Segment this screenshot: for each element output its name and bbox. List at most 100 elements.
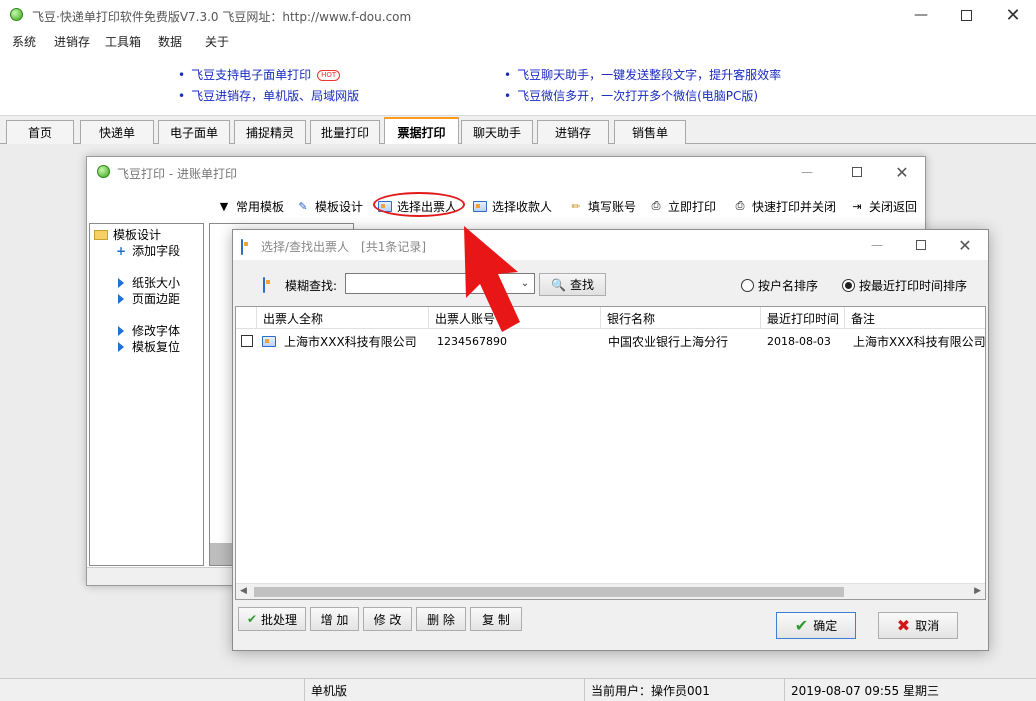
common-template-button[interactable]: ▼ 常用模板 <box>217 197 284 215</box>
cancel-button[interactable]: ✖ 取消 <box>878 612 958 639</box>
ad-link-4[interactable]: • 飞豆微信多开，一次打开多个微信(电脑PC版) <box>504 87 758 104</box>
ad-link-3[interactable]: • 飞豆聊天助手，一键发送整段文字，提升客服效率 <box>504 66 781 83</box>
ok-button[interactable]: ✔ 确定 <box>776 612 856 639</box>
tree-item-page-margin[interactable]: 页面边距 <box>118 290 180 307</box>
col-note[interactable]: 备注 <box>844 307 987 329</box>
tab-capture[interactable]: 捕捉精灵 <box>234 120 306 144</box>
edit-button[interactable]: 修 改 <box>363 607 412 631</box>
fast-print-icon: ⎙ <box>735 199 745 212</box>
template-design-icon: ✎ <box>298 199 308 213</box>
ad-banner: • 飞豆支持电子面单打印 HOT • 飞豆进销存，单机版、局域网版 • 飞豆聊天助手，一… <box>0 50 1036 116</box>
tree-item-paper-size[interactable]: 纸张大小 <box>118 274 180 291</box>
dialog-title: 选择/查找出票人 [共1条记录] <box>261 240 427 254</box>
pencil-icon: ✏ <box>571 199 581 213</box>
delete-button[interactable]: 删 除 <box>416 607 466 631</box>
col-bank-name[interactable]: 银行名称 <box>600 307 760 329</box>
close-icon[interactable]: ✕ <box>945 232 985 258</box>
tab-e-waybill[interactable]: 电子面单 <box>158 120 230 144</box>
find-button[interactable]: 🔍 查找 <box>539 273 606 296</box>
check-icon: ✔ <box>794 616 809 635</box>
batch-process-button[interactable]: ✔ 批处理 <box>238 607 306 631</box>
row-checkbox[interactable] <box>241 332 253 350</box>
cell-payer-name[interactable]: 上海市XXX科技有限公司 <box>284 332 428 350</box>
row-card-icon <box>262 332 276 350</box>
maximize-icon[interactable] <box>837 159 877 185</box>
tab-chat-assistant[interactable]: 聊天助手 <box>461 120 533 144</box>
folder-icon <box>94 229 108 240</box>
exit-icon: ⇥ <box>852 199 862 213</box>
fill-account-button[interactable]: ✏ 填写账号 <box>569 197 636 215</box>
menu-bar: 系统 进销存 工具箱 数据 关于 <box>0 30 1036 50</box>
tree-item-add-field[interactable]: + 添加字段 <box>116 242 180 259</box>
minimize-icon[interactable]: — <box>857 232 897 258</box>
check-icon: ✔ <box>246 612 258 626</box>
print-now-button[interactable]: ⎙ 立即打印 <box>649 197 716 215</box>
add-button[interactable]: 增 加 <box>310 607 359 631</box>
tree-arrow-icon <box>118 293 124 304</box>
close-icon[interactable]: ✕ <box>882 159 922 185</box>
ad-link-2[interactable]: • 飞豆进销存，单机版、局域网版 <box>178 87 359 104</box>
scroll-left-icon[interactable]: ◀ <box>240 586 247 596</box>
main-tab-bar: 首页 快递单 电子面单 捕捉精灵 批量打印 票据打印 聊天助手 进销存 销售单 <box>0 116 1036 145</box>
close-icon[interactable]: ✕ <box>990 0 1036 30</box>
sort-by-print-time-radio[interactable]: 按最近打印时间排序 <box>842 277 967 294</box>
status-bar: 单机版 当前用户：操作员001 2019-08-07 09:55 星期三 <box>0 678 1036 701</box>
main-title-bar: 飞豆·快递单打印软件免费版V7.3.0 飞豆网址：http://www.f-do… <box>0 0 1036 30</box>
red-arrow-annotation <box>464 226 520 332</box>
menu-system[interactable]: 系统 <box>12 33 36 50</box>
tree-item-font[interactable]: 修改字体 <box>118 322 180 339</box>
app-icon <box>97 165 110 178</box>
table-header: 出票人全称 出票人账号 银行名称 最近打印时间 备注 <box>236 307 985 329</box>
close-return-button[interactable]: ⇥ 关闭返回 <box>850 197 917 215</box>
minimize-icon[interactable]: — <box>787 159 827 185</box>
window-title: 飞豆打印 - 进账单打印 <box>117 167 237 181</box>
sort-by-name-radio[interactable]: 按户名排序 <box>741 277 818 294</box>
dialog-title-bar: 选择/查找出票人 [共1条记录] — ✕ <box>233 230 988 260</box>
cell-last-print[interactable]: 2018-08-03 <box>767 332 843 350</box>
status-mode: 单机版 <box>304 679 584 701</box>
tree-item-reset[interactable]: 模板复位 <box>118 338 180 355</box>
menu-inventory[interactable]: 进销存 <box>54 33 90 50</box>
menu-about[interactable]: 关于 <box>205 33 229 50</box>
fast-print-close-button[interactable]: ⎙ 快速打印并关闭 <box>733 197 836 215</box>
select-payer-dialog: 选择/查找出票人 [共1条记录] — ✕ 模糊查找: ⌄ 🔍 查找 按户名排序 按最… <box>232 229 989 651</box>
select-payee-button[interactable]: 选择收款人 <box>473 197 552 215</box>
minimize-icon[interactable]: — <box>898 0 944 30</box>
horizontal-scrollbar[interactable]: ◀ ▶ <box>236 583 985 599</box>
tree-arrow-icon <box>118 277 124 288</box>
tab-sales-order[interactable]: 销售单 <box>614 120 686 144</box>
payer-table: 出票人全称 出票人账号 银行名称 最近打印时间 备注 上海市XXX科技有限公司 … <box>235 306 986 600</box>
main-window-title: 飞豆·快递单打印软件免费版V7.3.0 飞豆网址：http://www.f-do… <box>32 10 412 24</box>
cell-note[interactable]: 上海市XXX科技有限公司 <box>853 332 985 350</box>
ad-link-1[interactable]: • 飞豆支持电子面单打印 HOT <box>178 66 341 83</box>
hot-badge: HOT <box>317 70 341 81</box>
cancel-x-icon: ✖ <box>896 616 911 635</box>
tree-arrow-icon <box>118 341 124 352</box>
tab-receipt-print[interactable]: 票据打印 <box>384 117 459 145</box>
status-blank <box>0 679 304 701</box>
app-icon <box>10 8 23 21</box>
cell-bank-name[interactable]: 中国农业银行上海分行 <box>608 332 758 350</box>
template-design-button[interactable]: ✎ 模板设计 <box>296 197 363 215</box>
search-row: 模糊查找: ⌄ 🔍 查找 按户名排序 按最近打印时间排序 <box>233 270 988 298</box>
copy-button[interactable]: 复 制 <box>470 607 522 631</box>
tab-home[interactable]: 首页 <box>6 120 74 144</box>
tree-arrow-icon <box>118 325 124 336</box>
col-last-print-time[interactable]: 最近打印时间 <box>760 307 844 329</box>
tab-inventory[interactable]: 进销存 <box>537 120 609 144</box>
tab-express[interactable]: 快递单 <box>80 120 154 144</box>
col-payer-name[interactable]: 出票人全称 <box>256 307 428 329</box>
template-tree-panel: 模板设计 + 添加字段 纸张大小 页面边距 修改字体 模板复位 <box>89 223 204 566</box>
tab-batch-print[interactable]: 批量打印 <box>310 120 380 144</box>
maximize-icon[interactable] <box>943 0 989 30</box>
menu-data[interactable]: 数据 <box>158 33 182 50</box>
payee-card-icon <box>473 199 487 213</box>
tree-root-template-design[interactable]: 模板设计 <box>94 226 161 243</box>
maximize-icon[interactable] <box>901 232 941 258</box>
scroll-right-icon[interactable]: ▶ <box>974 586 981 596</box>
fuzzy-search-label: 模糊查找: <box>285 279 338 293</box>
printer-icon: ⎙ <box>651 199 661 212</box>
search-card-icon <box>263 277 265 293</box>
menu-toolbox[interactable]: 工具箱 <box>105 33 141 50</box>
search-magnifier-icon: 🔍 <box>551 277 566 292</box>
